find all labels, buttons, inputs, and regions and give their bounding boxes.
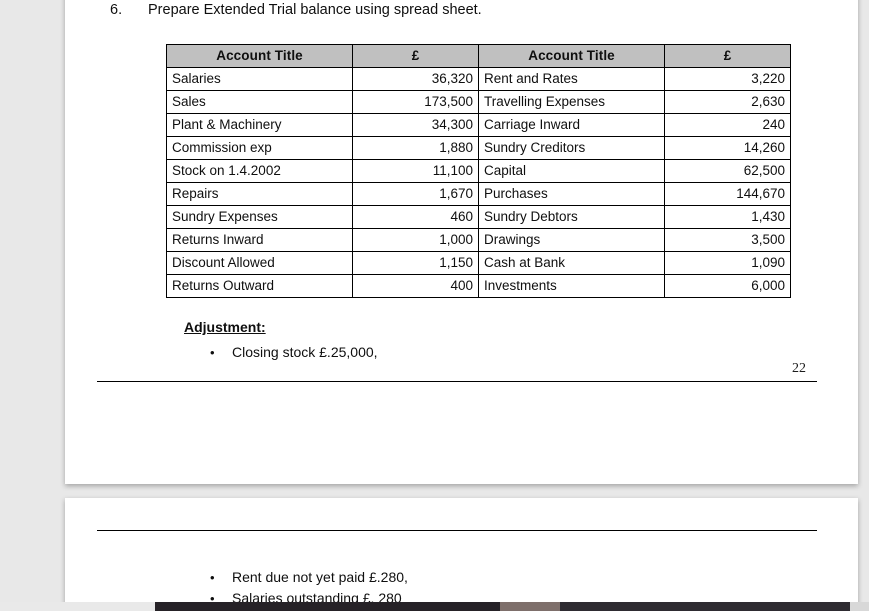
cell-amount-left: 173,500 xyxy=(352,90,479,114)
cell-account-title-left: Salaries xyxy=(166,67,353,91)
footer-rule xyxy=(97,381,817,382)
cell-account-title-right: Investments xyxy=(478,274,665,298)
cell-amount-left: 36,320 xyxy=(352,67,479,91)
document-page-1: 6. Prepare Extended Trial balance using s… xyxy=(65,0,858,484)
cell-amount-right: 144,670 xyxy=(664,182,791,206)
adjustment-list: • Closing stock £.25,000, xyxy=(184,342,378,363)
document-viewer[interactable]: 6. Prepare Extended Trial balance using s… xyxy=(0,0,869,611)
table-row: Plant & Machinery 34,300 Carriage Inward… xyxy=(166,113,791,137)
cell-amount-left: 1,000 xyxy=(352,228,479,252)
cell-amount-right: 2,630 xyxy=(664,90,791,114)
column-header-account-title-right: Account Title xyxy=(478,44,665,68)
table-row: Repairs 1,670 Purchases 144,670 xyxy=(166,182,791,206)
bottom-scrollbar[interactable] xyxy=(0,602,869,611)
cell-account-title-right: Sundry Debtors xyxy=(478,205,665,229)
page-number: 22 xyxy=(792,361,806,376)
cell-amount-left: 34,300 xyxy=(352,113,479,137)
adjustment-heading: Adjustment: xyxy=(184,319,266,335)
table-row: Sales 173,500 Travelling Expenses 2,630 xyxy=(166,90,791,114)
table-row: Returns Inward 1,000 Drawings 3,500 xyxy=(166,228,791,252)
cell-amount-left: 11,100 xyxy=(352,159,479,183)
list-item: • Closing stock £.25,000, xyxy=(184,342,378,363)
cell-amount-right: 3,500 xyxy=(664,228,791,252)
cell-account-title-right: Cash at Bank xyxy=(478,251,665,275)
trial-balance-table: Account Title £ Account Title £ Salaries… xyxy=(166,44,791,298)
question-line: 6. Prepare Extended Trial balance using s… xyxy=(110,2,482,18)
table-row: Discount Allowed 1,150 Cash at Bank 1,09… xyxy=(166,251,791,275)
question-number: 6. xyxy=(110,2,123,18)
header-rule xyxy=(97,530,817,531)
cell-account-title-right: Rent and Rates xyxy=(478,67,665,91)
cell-amount-left: 400 xyxy=(352,274,479,298)
cell-amount-right: 1,430 xyxy=(664,205,791,229)
cell-account-title-left: Plant & Machinery xyxy=(166,113,353,137)
column-header-account-title-left: Account Title xyxy=(166,44,353,68)
cell-account-title-left: Returns Inward xyxy=(166,228,353,252)
cell-amount-right: 62,500 xyxy=(664,159,791,183)
column-header-amount-right: £ xyxy=(664,44,791,68)
cell-account-title-left: Sundry Expenses xyxy=(166,205,353,229)
cell-amount-right: 14,260 xyxy=(664,136,791,160)
table-row: Sundry Expenses 460 Sundry Debtors 1,430 xyxy=(166,205,791,229)
table-row: Stock on 1.4.2002 11,100 Capital 62,500 xyxy=(166,159,791,183)
list-item: • Rent due not yet paid £.280, xyxy=(184,567,408,588)
cell-account-title-left: Repairs xyxy=(166,182,353,206)
table-row: Returns Outward 400 Investments 6,000 xyxy=(166,274,791,298)
bullet-icon: • xyxy=(210,345,215,360)
scrollbar-edge xyxy=(850,602,869,611)
cell-amount-right: 1,090 xyxy=(664,251,791,275)
cell-amount-left: 460 xyxy=(352,205,479,229)
cell-account-title-left: Stock on 1.4.2002 xyxy=(166,159,353,183)
table-row: Salaries 36,320 Rent and Rates 3,220 xyxy=(166,67,791,91)
cell-amount-right: 3,220 xyxy=(664,67,791,91)
table-row: Commission exp 1,880 Sundry Creditors 14… xyxy=(166,136,791,160)
scrollbar-segment-left[interactable] xyxy=(155,602,500,611)
cell-account-title-right: Drawings xyxy=(478,228,665,252)
cell-account-title-left: Sales xyxy=(166,90,353,114)
list-item-text: Closing stock £.25,000, xyxy=(232,344,378,360)
cell-account-title-left: Returns Outward xyxy=(166,274,353,298)
cell-account-title-right: Sundry Creditors xyxy=(478,136,665,160)
cell-amount-left: 1,670 xyxy=(352,182,479,206)
column-header-amount-left: £ xyxy=(352,44,479,68)
cell-account-title-right: Travelling Expenses xyxy=(478,90,665,114)
scrollbar-thumb[interactable] xyxy=(500,602,560,611)
cell-account-title-left: Commission exp xyxy=(166,136,353,160)
cell-account-title-right: Carriage Inward xyxy=(478,113,665,137)
cell-account-title-left: Discount Allowed xyxy=(166,251,353,275)
list-item-text: Rent due not yet paid £.280, xyxy=(232,569,408,585)
cell-amount-right: 6,000 xyxy=(664,274,791,298)
bullet-icon: • xyxy=(210,570,215,585)
scrollbar-segment-right[interactable] xyxy=(560,602,850,611)
cell-amount-left: 1,150 xyxy=(352,251,479,275)
cell-account-title-right: Capital xyxy=(478,159,665,183)
cell-amount-right: 240 xyxy=(664,113,791,137)
cell-amount-left: 1,880 xyxy=(352,136,479,160)
table-header-row: Account Title £ Account Title £ xyxy=(166,44,791,68)
question-text: Prepare Extended Trial balance using spr… xyxy=(148,2,482,18)
document-page-2: • Rent due not yet paid £.280, • Salarie… xyxy=(65,498,858,611)
cell-account-title-right: Purchases xyxy=(478,182,665,206)
